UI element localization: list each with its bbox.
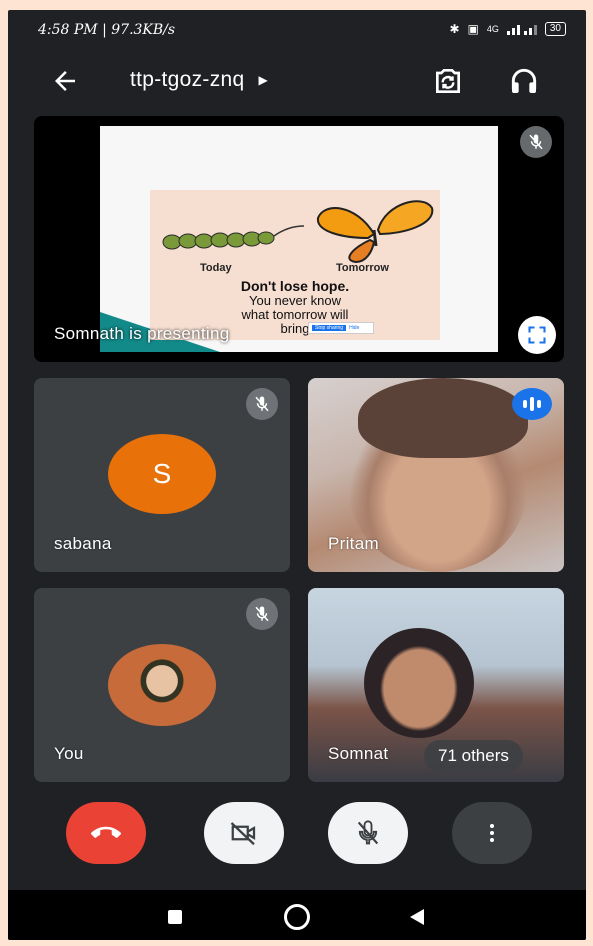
status-time: 4:58 PM | 97.3KB/s [38,22,176,38]
slide-label-tomorrow: Tomorrow [336,262,389,274]
mic-off-icon [520,126,552,158]
mic-off-icon [357,820,379,845]
fullscreen-button[interactable] [518,316,556,354]
back-nav-icon[interactable] [408,908,426,926]
hide-button: Hide [349,325,360,331]
battery-indicator: 30 [544,22,566,36]
slide-image: Today Tomorrow Don't lose hope. You neve… [150,190,440,340]
participant-tile-somnath[interactable]: Somnat 71 others [308,588,564,782]
participant-hair [358,378,528,458]
others-count-badge[interactable]: 71 others [424,740,523,772]
participant-name: Somnat [328,744,389,763]
quote-line-1: Don't lose hope. [240,278,350,294]
speaking-indicator-icon [512,388,552,420]
recents-icon[interactable] [168,910,182,924]
participant-video [364,628,474,738]
presentation-tile[interactable]: Today Tomorrow Don't lose hope. You neve… [34,116,564,362]
more-vert-icon [490,824,494,842]
mic-toggle-button[interactable] [328,802,408,864]
participant-name: You [54,744,84,763]
presenter-label: Somnath is presenting [54,324,230,343]
status-icons: ✱ ▣ 4G 30 [449,22,566,36]
slide-label-today: Today [200,262,232,274]
signal-icon [506,25,537,35]
quote-line-2: You never know [248,293,342,308]
system-nav-bar [8,890,586,940]
volte-icon: ▣ [467,22,479,36]
participant-name: sabana [54,534,112,553]
more-options-button[interactable] [452,802,532,864]
end-call-icon [91,826,121,838]
fullscreen-icon [528,326,546,344]
headphones-icon[interactable] [508,65,540,97]
stop-sharing-bar: Stop sharing Hide [308,322,374,334]
participant-tile-sabana[interactable]: S sabana [34,378,290,572]
avatar [108,644,216,726]
meet-screen: 4:58 PM | 97.3KB/s ✱ ▣ 4G 30 ttp-tgoz-zn… [8,10,586,940]
bluetooth-icon: ✱ [449,22,460,36]
quote-line-3: what tomorrow will [241,307,349,322]
participant-tile-you[interactable]: You [34,588,290,782]
meeting-title[interactable]: ttp-tgoz-znq ▶ [130,68,268,92]
participant-tile-pritam[interactable]: Pritam [308,378,564,572]
home-icon[interactable] [284,904,310,930]
camera-toggle-button[interactable] [204,802,284,864]
caterpillar-icon [162,225,305,250]
meeting-header: ttp-tgoz-znq ▶ [8,56,586,106]
avatar: S [108,434,216,514]
participant-name: Pritam [328,534,379,553]
caret-right-icon: ▶ [258,73,269,87]
stop-sharing-button: Stop sharing [312,325,347,331]
end-call-button[interactable] [66,802,146,864]
status-bar: 4:58 PM | 97.3KB/s ✱ ▣ 4G 30 [8,10,586,48]
mic-off-icon [246,598,278,630]
mic-off-icon [246,388,278,420]
back-arrow-icon[interactable] [50,66,80,96]
network-type: 4G [486,24,499,34]
camera-off-icon [230,822,256,846]
switch-camera-icon[interactable] [432,65,464,97]
meeting-code: ttp-tgoz-znq [130,68,245,91]
butterfly-icon [316,200,434,264]
shared-slide: Today Tomorrow Don't lose hope. You neve… [100,126,498,352]
